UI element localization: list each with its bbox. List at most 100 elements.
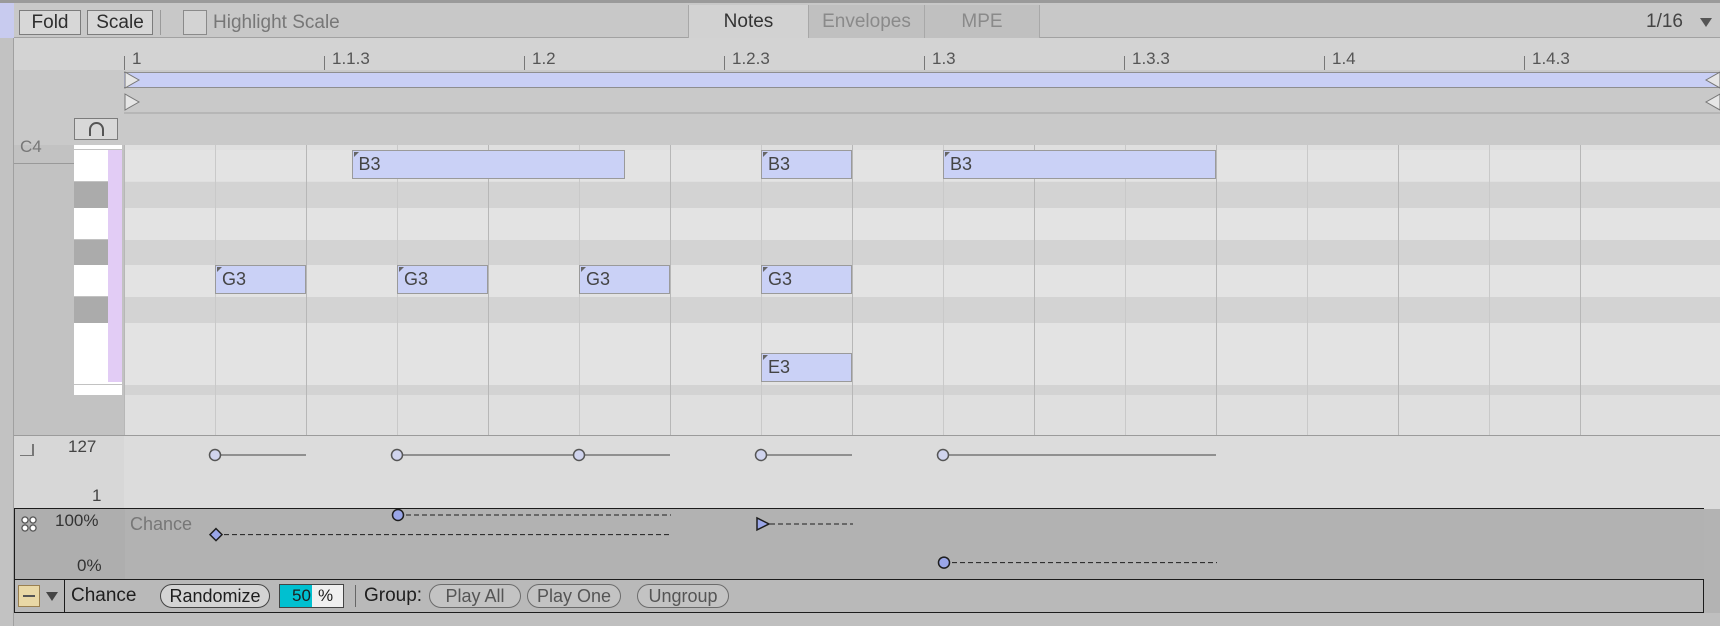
scale-highlight-strip [108, 150, 122, 382]
velocity-markers [208, 448, 1216, 462]
velocity-handle[interactable] [208, 448, 222, 462]
key-label-c4: C4 [20, 137, 42, 156]
midi-note-b3[interactable]: B3 [761, 150, 852, 179]
brace-markers [124, 71, 1720, 114]
velocity-handle[interactable] [390, 448, 404, 462]
grid-line [1216, 145, 1217, 435]
grid-size-value: 1/16 [1646, 11, 1683, 32]
grid-lane-a3 [124, 208, 1720, 240]
toolbar-divider [160, 10, 161, 35]
grid-lane-e3 [124, 353, 1720, 385]
grid-line [1307, 145, 1308, 435]
grid-line [1489, 145, 1490, 435]
grid-line [670, 145, 671, 435]
grid-lane-g3 [124, 265, 1720, 297]
grid-line [1580, 145, 1581, 435]
scale-button[interactable]: Scale [87, 10, 153, 35]
loop-start-marker[interactable] [124, 71, 141, 89]
tab-notes[interactable]: Notes [688, 5, 808, 38]
preview-toggle-button[interactable] [74, 118, 118, 140]
ungroup-button[interactable]: Ungroup [637, 584, 729, 608]
velocity-handle[interactable] [936, 448, 950, 462]
ruler-label: 1.4.3 [1532, 49, 1570, 68]
chance-handle-circle[interactable] [937, 556, 951, 569]
midi-clip-editor: Fold Scale Highlight Scale Notes Envelop… [0, 0, 1720, 626]
grid-line [306, 145, 307, 435]
grid-line [488, 145, 489, 435]
separator [64, 580, 65, 613]
play-all-button[interactable]: Play All [429, 584, 521, 608]
end-marker[interactable] [1704, 93, 1720, 111]
grid-lane-black [124, 385, 1720, 395]
ruler-tick [124, 56, 125, 70]
beat-time-ruler[interactable]: 1 1.1.3 1.2 1.2.3 1.3 1.3.3 1.4 1.4.3 [14, 38, 1720, 70]
grid-lane-black [124, 240, 1720, 265]
ruler-tick [1524, 56, 1525, 70]
midi-note-b3[interactable]: B3 [351, 150, 625, 179]
grid-line [943, 145, 944, 435]
percent-unit: % [318, 586, 334, 605]
midi-note-g3[interactable]: G3 [761, 265, 852, 294]
velocity-handle[interactable] [754, 448, 768, 462]
lane-selector-chevron-icon[interactable] [46, 592, 58, 601]
tab-mpe[interactable]: MPE [924, 5, 1040, 38]
grid-line [1125, 145, 1126, 435]
tab-envelopes[interactable]: Envelopes [808, 5, 924, 38]
loop-brace-area [14, 70, 1720, 145]
chance-handle-triangle[interactable] [756, 516, 771, 532]
grid-lane-black [124, 182, 1720, 208]
chance-handle-diamond[interactable] [208, 527, 224, 542]
ruler-tick [924, 56, 925, 70]
midi-note-g3[interactable]: G3 [579, 265, 670, 294]
start-marker[interactable] [124, 93, 141, 111]
chance-percent-field[interactable]: 50 % [279, 584, 344, 608]
ruler-label: 1.4 [1332, 49, 1356, 68]
chance-label: Chance [71, 585, 137, 606]
probability-toolbar: Chance Randomize 50 % Group: Play All Pl… [14, 580, 1704, 613]
grid-line [852, 145, 853, 435]
bottom-margin [14, 613, 1720, 626]
grid-line [124, 145, 125, 435]
separator [355, 585, 356, 607]
ruler-tick [1324, 56, 1325, 70]
grid-line [1398, 145, 1399, 435]
lane-selector-button[interactable] [18, 585, 40, 607]
piano-key-white[interactable] [74, 385, 122, 395]
grid-line [1034, 145, 1035, 435]
ruler-tick [324, 56, 325, 70]
chance-markers [208, 508, 1217, 569]
key-icon [23, 595, 35, 597]
highlight-scale-label: Highlight Scale [213, 12, 340, 33]
toolbar-left-accent [0, 3, 14, 38]
chevron-down-icon [1700, 18, 1712, 27]
ruler-tick [524, 56, 525, 70]
play-one-button[interactable]: Play One [527, 584, 621, 608]
note-editor-toolbar: Fold Scale Highlight Scale Notes Envelop… [0, 0, 1720, 38]
piano-key-white[interactable] [74, 145, 122, 149]
ruler-tick [724, 56, 725, 70]
ruler-tick [1124, 56, 1125, 70]
ruler-label: 1.2.3 [732, 49, 770, 68]
chance-lane[interactable]: 100% 0% Chance [14, 508, 1704, 580]
ruler-label: 1.3.3 [1132, 49, 1170, 68]
randomize-button[interactable]: Randomize [160, 584, 270, 608]
chance-handle-circle[interactable] [391, 508, 405, 522]
ruler-label: 1.1.3 [332, 49, 370, 68]
piano-roll-keys[interactable]: C4 [14, 137, 124, 435]
velocity-handle[interactable] [572, 448, 586, 462]
octave-divider [14, 163, 74, 164]
midi-note-g3[interactable]: G3 [397, 265, 488, 294]
group-label: Group: [364, 585, 423, 606]
headphones-icon [89, 122, 104, 136]
midi-note-b3[interactable]: B3 [943, 150, 1216, 179]
midi-note-g3[interactable]: G3 [215, 265, 306, 294]
fold-button[interactable]: Fold [19, 10, 81, 35]
velocity-lane[interactable]: 127 1 [14, 435, 1720, 509]
percent-value: 50 [292, 586, 311, 605]
grid-lane-black [124, 297, 1720, 323]
grid-size-selector[interactable]: 1/16 [1630, 7, 1720, 37]
midi-note-e3[interactable]: E3 [761, 353, 852, 382]
highlight-scale-checkbox[interactable] [183, 10, 207, 35]
note-grid[interactable]: B3 B3 B3 G3 G3 G3 G3 E3 [124, 145, 1720, 435]
loop-end-marker[interactable] [1704, 71, 1720, 89]
